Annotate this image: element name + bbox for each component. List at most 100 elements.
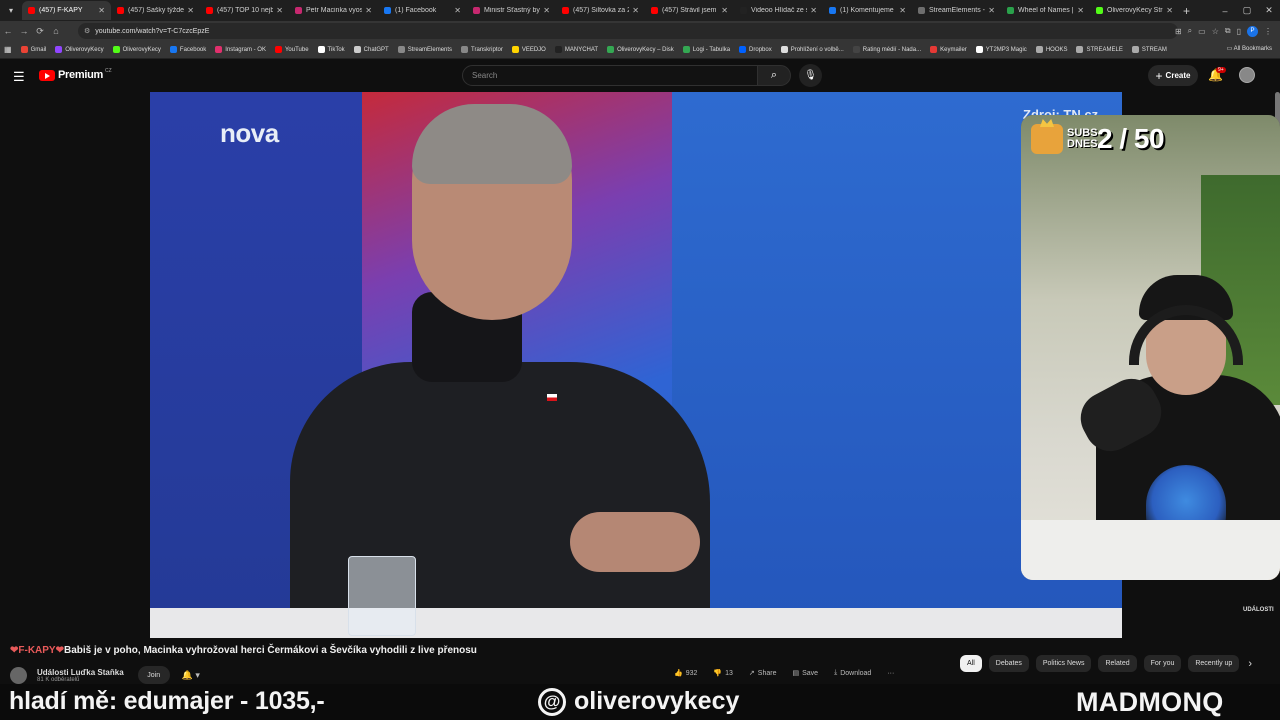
browser-tab[interactable]: Ministr Šťastný by ✕: [467, 1, 556, 20]
back-icon[interactable]: ←: [0, 26, 16, 36]
search-input[interactable]: Search: [462, 65, 758, 86]
save-button[interactable]: ▤ Save: [788, 667, 822, 679]
search-button[interactable]: ⌕: [757, 65, 791, 86]
zoom-icon[interactable]: ⌕: [1188, 26, 1192, 36]
apps-icon[interactable]: ▦: [4, 45, 12, 54]
bookmark-item[interactable]: Gmail: [20, 46, 46, 53]
site-info-icon[interactable]: ⚙: [84, 27, 90, 35]
menu-icon[interactable]: ☰: [13, 69, 25, 85]
bookmark-item[interactable]: Logi - Tabulka: [682, 46, 730, 53]
bookmark-item[interactable]: StreamElements: [397, 46, 452, 53]
new-tab-button[interactable]: +: [1183, 4, 1190, 18]
channel-name[interactable]: Události Luďka Staňka: [37, 668, 124, 677]
browser-tab[interactable]: (457) Strávil jsem tý ✕: [645, 1, 734, 20]
subscribe-bell-icon[interactable]: 🔔 ▾: [182, 670, 200, 681]
browser-tab[interactable]: (457) F-KAPY ✕: [22, 1, 111, 20]
extensions-icon[interactable]: ⧉: [1225, 26, 1231, 36]
browser-tab[interactable]: (457) TOP 10 nejbi ✕: [200, 1, 289, 20]
bookmark-star-icon[interactable]: ☆: [1212, 27, 1219, 36]
maximize-icon[interactable]: ▢: [1236, 5, 1258, 16]
tab-close-icon[interactable]: ✕: [98, 6, 105, 15]
youtube-logo[interactable]: Premium CZ: [39, 68, 112, 81]
streamer: [1071, 195, 1280, 580]
notification-badge: 9+: [1216, 67, 1226, 73]
tab-close-icon[interactable]: ✕: [543, 6, 550, 15]
bookmark-item[interactable]: MANYCHAT: [554, 46, 598, 53]
filter-chip[interactable]: Debates: [988, 655, 1029, 672]
all-bookmarks[interactable]: ▭ All Bookmarks: [1227, 45, 1272, 52]
tab-title: OliverovyKecy Stre: [1107, 7, 1164, 14]
filter-chip[interactable]: Recently up: [1188, 655, 1240, 672]
bookmark-item[interactable]: ChatGPT: [353, 46, 389, 53]
address-bar[interactable]: ⚙ youtube.com/watch?v=T-C7czcEpzE: [78, 23, 1178, 39]
video-player[interactable]: nova Zdroj: TN.cz edit: [150, 92, 1122, 638]
account-avatar[interactable]: [1239, 67, 1255, 83]
browser-tab[interactable]: (457) Šiltovka za 20 ✕: [556, 1, 645, 20]
chevron-right-icon[interactable]: ›: [1248, 658, 1252, 670]
bookmark-item[interactable]: Facebook: [169, 46, 206, 53]
bookmark-item[interactable]: Instagram - OK: [215, 46, 266, 53]
browser-tab[interactable]: (1) Komentujeme p ✕: [823, 1, 912, 20]
bookmark-item[interactable]: STREAM: [1131, 46, 1167, 53]
tab-close-icon[interactable]: ✕: [721, 6, 728, 15]
browser-tab[interactable]: (1) Facebook ✕: [378, 1, 467, 20]
chrome-menu-icon[interactable]: ⋮: [1264, 27, 1272, 36]
cast-icon[interactable]: ▭: [1198, 27, 1206, 36]
more-actions-icon[interactable]: ···: [883, 668, 898, 679]
tab-close-icon[interactable]: ✕: [1166, 6, 1173, 15]
filter-chip[interactable]: Politics News: [1035, 655, 1092, 672]
tab-close-icon[interactable]: ✕: [810, 6, 817, 15]
bookmark-item[interactable]: Keymailer: [930, 46, 967, 53]
browser-tab[interactable]: (457) Šašky týždeň ✕: [111, 1, 200, 20]
close-window-icon[interactable]: ✕: [1258, 5, 1280, 16]
channel-avatar[interactable]: [10, 666, 27, 684]
share-button[interactable]: ↗ Share: [745, 667, 781, 679]
tab-close-icon[interactable]: ✕: [187, 6, 194, 15]
minimize-icon[interactable]: –: [1214, 6, 1236, 16]
filter-chip[interactable]: For you: [1143, 655, 1182, 672]
voice-search-button[interactable]: 🎙: [799, 64, 822, 87]
create-button[interactable]: + Create: [1148, 65, 1198, 86]
dislike-button[interactable]: 👎 13: [709, 667, 737, 679]
bookmark-item[interactable]: HOOKS: [1035, 46, 1067, 53]
tab-close-icon[interactable]: ✕: [1077, 6, 1084, 15]
bookmark-item[interactable]: STREAMELE: [1076, 46, 1123, 53]
tab-close-icon[interactable]: ✕: [365, 6, 372, 15]
tab-close-icon[interactable]: ✕: [899, 6, 906, 15]
browser-tab[interactable]: Wheel of Names | F ✕: [1001, 1, 1090, 20]
tab-search-icon[interactable]: ▾: [2, 2, 20, 20]
filter-chip[interactable]: All: [960, 655, 982, 672]
bookmark-item[interactable]: Prohlížení o volbě...: [780, 46, 844, 53]
bookmark-favicon-icon: [1076, 46, 1084, 53]
bookmark-item[interactable]: OliverovyKecy: [55, 46, 104, 53]
install-icon[interactable]: ⊞: [1175, 27, 1182, 36]
filter-chip[interactable]: Related: [1098, 655, 1137, 672]
browser-tab[interactable]: StreamElements - C✕: [912, 1, 1001, 20]
bookmark-item[interactable]: Rating médií - Nada...: [852, 46, 921, 53]
browser-tab[interactable]: Petr Macinka vyosil ✕: [289, 1, 378, 20]
like-button[interactable]: 👍 932: [670, 667, 701, 679]
bookmark-item[interactable]: OliverovyKecy: [112, 46, 161, 53]
bookmark-item[interactable]: VEEDJO: [511, 46, 546, 53]
sidebar-icon[interactable]: ▯: [1237, 27, 1241, 36]
tab-title: Ministr Šťastný by: [484, 7, 540, 14]
bookmark-item[interactable]: TikTok: [317, 46, 345, 53]
tab-close-icon[interactable]: ✕: [988, 6, 995, 15]
profile-avatar[interactable]: P: [1247, 25, 1258, 37]
download-button[interactable]: ⤓ Download: [830, 667, 875, 679]
bookmark-item[interactable]: OliverovyKecy – Disk: [607, 46, 674, 53]
bookmark-item[interactable]: Dropbox: [739, 46, 772, 53]
bookmark-item[interactable]: YouTube: [274, 46, 309, 53]
forward-icon[interactable]: →: [16, 26, 32, 36]
join-button[interactable]: Join: [137, 666, 170, 684]
tab-close-icon[interactable]: ✕: [632, 6, 639, 15]
tab-close-icon[interactable]: ✕: [276, 6, 283, 15]
tab-close-icon[interactable]: ✕: [454, 6, 461, 15]
bookmark-item[interactable]: YT2MP3 Magic: [975, 46, 1027, 53]
bookmark-item[interactable]: Transkriptor: [461, 46, 503, 53]
bookmark-favicon-icon: [317, 46, 325, 53]
browser-tab[interactable]: Videoo Hlídač ze sup✕: [734, 1, 823, 20]
reload-icon[interactable]: ⟳: [32, 26, 48, 37]
home-icon[interactable]: ⌂: [48, 26, 64, 36]
browser-tab[interactable]: OliverovyKecy Stre ✕: [1090, 1, 1179, 20]
